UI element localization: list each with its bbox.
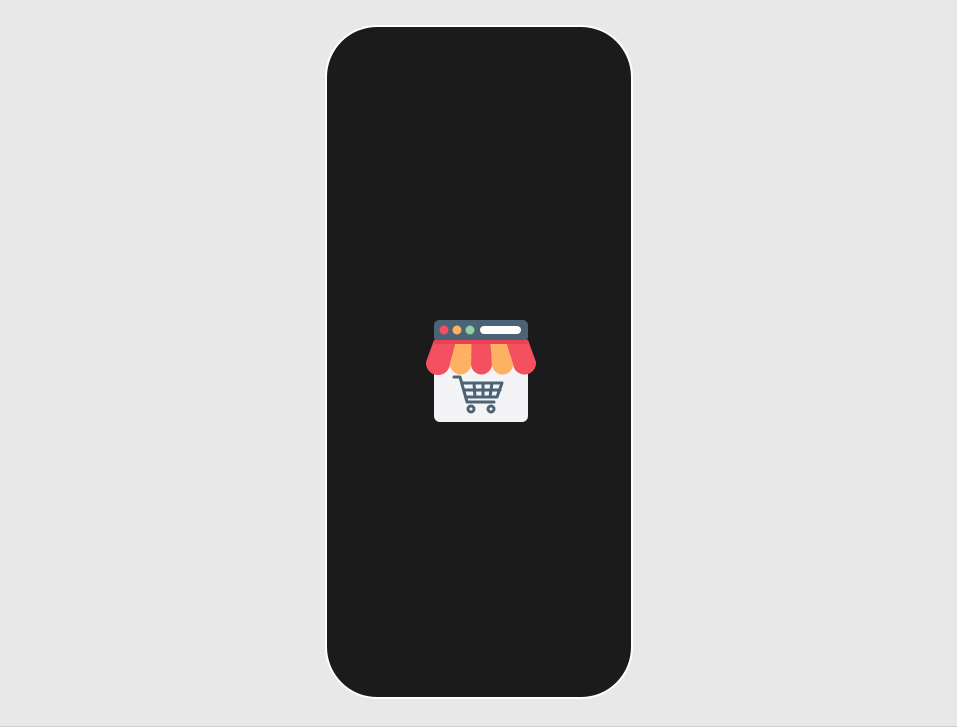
browser-address-bar [480,326,521,334]
phone-frame [325,25,633,699]
browser-dot-green [465,325,475,335]
canvas-background [0,0,957,727]
awning [425,340,537,376]
browser-dot-orange [452,325,462,335]
browser-dot-red [439,325,449,335]
storefront-cart-icon [424,320,538,424]
phone-screen [327,27,631,697]
